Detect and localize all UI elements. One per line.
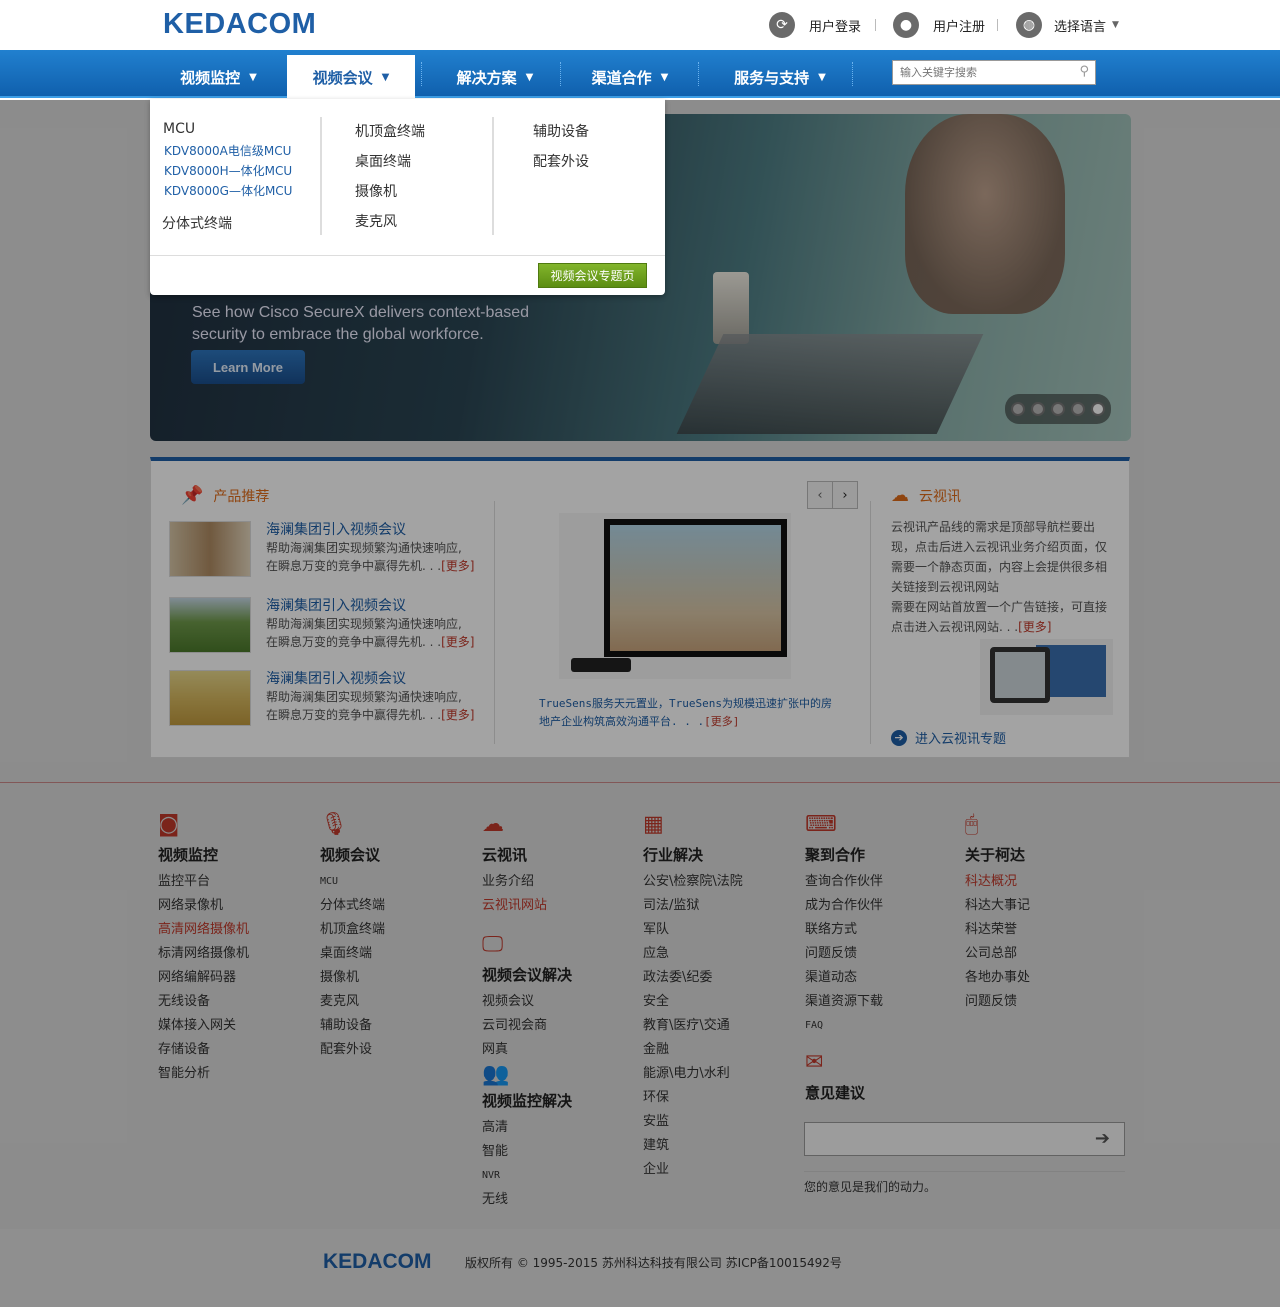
chevron-down-icon: ▼ [381, 72, 390, 83]
dropdown-divider [150, 255, 665, 256]
divider [875, 19, 876, 31]
nav-item-video-surveillance[interactable]: 视频监控 ▼ [150, 55, 287, 100]
video-conference-dropdown: MCU KDV8000A电信级MCU KDV8000H—体化MCU KDV800… [150, 99, 665, 295]
divider [997, 19, 998, 31]
chevron-down-icon: ▼ [1112, 20, 1119, 30]
refresh-icon: ⟳ [769, 12, 795, 38]
language-label: 选择语言 [1054, 19, 1107, 35]
nav-label: 视频会议 [312, 69, 373, 87]
login-label: 用户登录 [809, 19, 862, 35]
nav-label: 渠道合作 [591, 69, 652, 87]
dropdown-item[interactable]: 桌面终端 [355, 151, 411, 171]
search-box: ⚲ [892, 60, 1096, 85]
dropdown-item[interactable]: 麦克风 [355, 211, 397, 231]
nav-divider [852, 62, 853, 86]
chevron-down-icon: ▼ [249, 72, 257, 83]
login-link[interactable]: ⟳ 用户登录 [769, 12, 861, 38]
chevron-down-icon: ▼ [818, 72, 826, 83]
dropdown-item[interactable]: 辅助设备 [533, 121, 589, 141]
nav-label: 服务与支持 [734, 69, 810, 87]
nav-item-service[interactable]: 服务与支持 ▼ [705, 55, 855, 100]
dropdown-link[interactable]: KDV8000H—体化MCU [164, 162, 292, 179]
dropdown-item-mcu[interactable]: MCU [163, 121, 195, 137]
user-icon: ● [893, 12, 919, 38]
register-label: 用户注册 [933, 19, 986, 35]
dropdown-item[interactable]: 机顶盒终端 [355, 121, 425, 141]
nav-item-video-conference[interactable]: 视频会议 ▼ [287, 55, 415, 100]
register-link[interactable]: ● 用户注册 [893, 12, 985, 38]
chevron-down-icon: ▼ [525, 72, 534, 83]
dropdown-link[interactable]: KDV8000A电信级MCU [164, 142, 291, 159]
dropdown-link[interactable]: KDV8000G—体化MCU [164, 182, 292, 199]
search-input[interactable] [893, 61, 1063, 84]
nav-item-solutions[interactable]: 解决方案 ▼ [430, 55, 560, 100]
dropdown-divider [320, 117, 322, 235]
nav-divider [421, 62, 422, 86]
dropdown-divider [492, 117, 494, 235]
header: KEDACOM ⟳ 用户登录 ● 用户注册 ◍ 选择语言 ▼ [0, 0, 1280, 50]
nav-divider [698, 62, 699, 86]
dropdown-item[interactable]: 摄像机 [355, 181, 397, 201]
dropdown-item[interactable]: 分体式终端 [162, 213, 232, 233]
nav-item-channel[interactable]: 渠道合作 ▼ [565, 55, 695, 100]
nav-label: 视频监控 [180, 69, 241, 87]
globe-icon: ◍ [1016, 12, 1042, 38]
nav-divider [560, 62, 561, 86]
dropdown-item[interactable]: 配套外设 [533, 151, 589, 171]
language-selector[interactable]: ◍ 选择语言 ▼ [1016, 12, 1119, 38]
search-icon[interactable]: ⚲ [1079, 64, 1089, 79]
chevron-down-icon: ▼ [660, 72, 669, 83]
nav-label: 解决方案 [456, 69, 517, 87]
video-conference-feature-button[interactable]: 视频会议专题页 [538, 263, 647, 288]
kedacom-logo[interactable]: KEDACOM [163, 8, 316, 41]
